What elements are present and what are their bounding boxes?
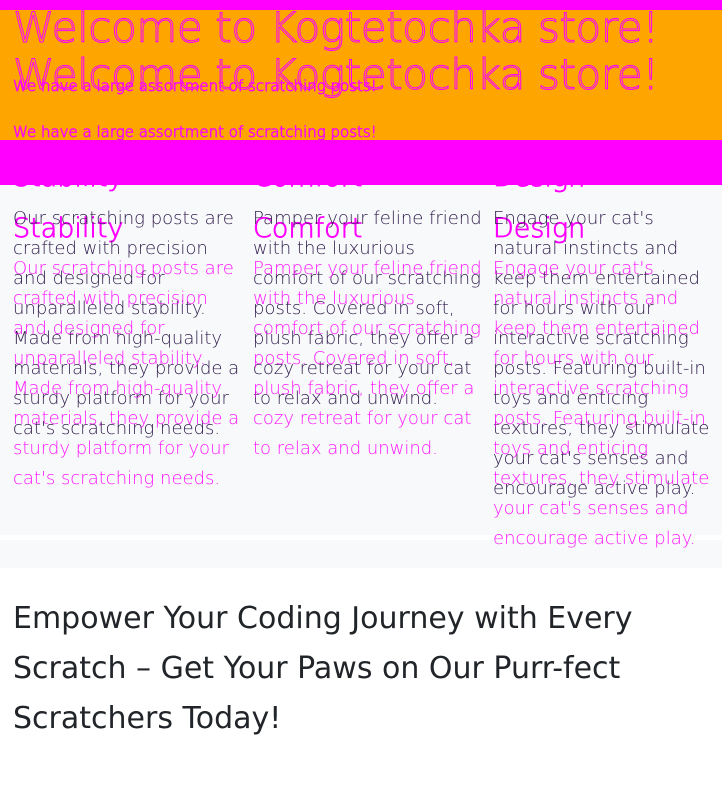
feature-description-duplicate: Our scratching posts are crafted with pr… (13, 258, 240, 489)
feature-design: Design Design Engage your cat's natural … (493, 140, 722, 568)
feature-description-duplicate: Engage your cat's natural instincts and … (493, 258, 710, 549)
hero-section: Welcome to Kogtetochka store! Welcome to… (0, 0, 722, 140)
hero-subtitle-duplicate: We have a large assortment of scratching… (13, 123, 377, 140)
hero-title: Welcome to Kogtetochka store! (13, 3, 660, 52)
feature-comfort: Comfort Comfort Pamper your feline frien… (253, 140, 489, 568)
feature-title: Comfort (253, 162, 363, 193)
feature-title: Design (493, 162, 586, 193)
feature-stability: Stability Stability Our scratching posts… (13, 140, 249, 568)
cta-text: Empower Your Coding Journey with Every S… (13, 601, 633, 736)
feature-description-duplicate: Pamper your feline friend with the luxur… (253, 258, 482, 459)
hero-subtitle: We have a large assortment of scratching… (13, 77, 377, 95)
features-section: Stability Stability Our scratching posts… (0, 140, 722, 568)
page: Welcome to Kogtetochka store! Welcome to… (0, 0, 722, 785)
feature-title: Stability (13, 162, 124, 193)
